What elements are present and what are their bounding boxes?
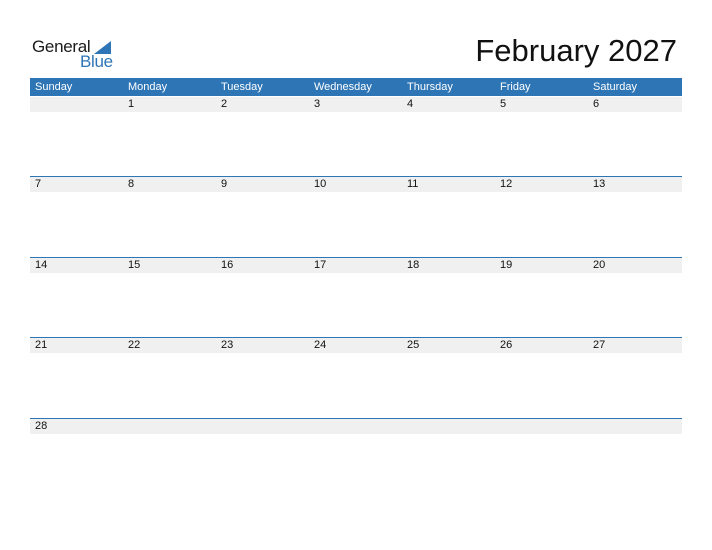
- weekday-friday: Friday: [500, 81, 531, 93]
- week-row: 7 8 9 10 11 12 13: [30, 176, 682, 257]
- day-cell[interactable]: 13: [588, 177, 605, 192]
- day-cell[interactable]: 26: [495, 338, 512, 353]
- logo-blue-text: Blue: [80, 52, 113, 71]
- day-cell[interactable]: 18: [402, 258, 419, 273]
- day-cell[interactable]: [309, 419, 314, 434]
- day-number-bar: 14 15 16 17 18 19 20: [30, 258, 682, 273]
- day-cell[interactable]: [216, 419, 221, 434]
- logo: General Blue: [32, 37, 122, 73]
- page-title: February 2027: [475, 33, 677, 68]
- week-row: 28: [30, 418, 682, 499]
- day-cell[interactable]: 11: [402, 177, 418, 192]
- weekday-sunday: Sunday: [35, 81, 73, 93]
- day-number-bar: 21 22 23 24 25 26 27: [30, 338, 682, 353]
- day-cell[interactable]: 12: [495, 177, 512, 192]
- day-cell[interactable]: 8: [123, 177, 134, 192]
- day-cell[interactable]: 4: [402, 97, 413, 112]
- day-cell[interactable]: 19: [495, 258, 512, 273]
- day-cell[interactable]: 25: [402, 338, 419, 353]
- day-cell[interactable]: 27: [588, 338, 605, 353]
- day-cell[interactable]: 2: [216, 97, 227, 112]
- week-row: 21 22 23 24 25 26 27: [30, 337, 682, 418]
- day-cell[interactable]: [588, 419, 593, 434]
- day-cell[interactable]: 17: [309, 258, 326, 273]
- day-cell[interactable]: 20: [588, 258, 605, 273]
- weekday-saturday: Saturday: [593, 81, 638, 93]
- day-number-bar: 28: [30, 419, 682, 434]
- day-cell[interactable]: [30, 97, 35, 112]
- day-cell[interactable]: 3: [309, 97, 320, 112]
- day-cell[interactable]: 23: [216, 338, 233, 353]
- week-row: 14 15 16 17 18 19 20: [30, 257, 682, 338]
- weekday-tuesday: Tuesday: [221, 81, 263, 93]
- day-cell[interactable]: 14: [30, 258, 47, 273]
- day-cell[interactable]: 24: [309, 338, 326, 353]
- weekday-monday: Monday: [128, 81, 168, 93]
- day-cell[interactable]: 15: [123, 258, 140, 273]
- day-cell[interactable]: 5: [495, 97, 506, 112]
- day-cell[interactable]: [123, 419, 128, 434]
- day-cell[interactable]: 28: [30, 419, 47, 434]
- day-number-bar: 1 2 3 4 5 6: [30, 97, 682, 112]
- day-cell[interactable]: [402, 419, 407, 434]
- day-cell[interactable]: 9: [216, 177, 227, 192]
- day-cell[interactable]: 16: [216, 258, 233, 273]
- weekday-header: Sunday Monday Tuesday Wednesday Thursday Frid…: [30, 78, 682, 96]
- day-number-bar: 7 8 9 10 11 12 13: [30, 177, 682, 192]
- day-cell[interactable]: 1: [123, 97, 134, 112]
- day-cell[interactable]: 22: [123, 338, 140, 353]
- weekday-thursday: Thursday: [407, 81, 453, 93]
- day-cell[interactable]: 10: [309, 177, 326, 192]
- day-cell[interactable]: [495, 419, 500, 434]
- day-cell[interactable]: 7: [30, 177, 41, 192]
- weekday-wednesday: Wednesday: [314, 81, 372, 93]
- week-row: 1 2 3 4 5 6: [30, 97, 682, 177]
- day-cell[interactable]: 6: [588, 97, 599, 112]
- day-cell[interactable]: 21: [30, 338, 47, 353]
